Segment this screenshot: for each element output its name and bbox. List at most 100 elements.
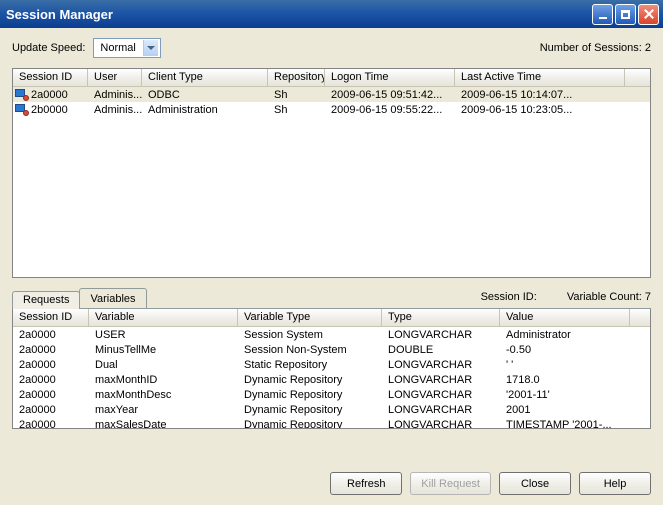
vcell-value: 2001 (500, 404, 630, 416)
variable-row[interactable]: 2a0000MinusTellMeSession Non-SystemDOUBL… (13, 342, 650, 357)
close-button[interactable]: Close (499, 472, 571, 495)
variable-count-label: Variable Count: 7 (567, 291, 651, 303)
vcell-variable: USER (89, 329, 238, 341)
variable-row[interactable]: 2a0000USERSession SystemLONGVARCHARAdmin… (13, 327, 650, 342)
cell-user: Adminis... (88, 104, 142, 116)
col-repository[interactable]: Repository (268, 69, 325, 86)
vcell-variable-type: Session Non-System (238, 344, 382, 356)
vcell-variable-type: Dynamic Repository (238, 374, 382, 386)
variable-row[interactable]: 2a0000DualStatic RepositoryLONGVARCHAR' … (13, 357, 650, 372)
col-user[interactable]: User (88, 69, 142, 86)
vcell-type: DOUBLE (382, 344, 500, 356)
window-title: Session Manager (6, 7, 592, 22)
vcell-variable: maxSalesDate (89, 419, 238, 430)
variable-row[interactable]: 2a0000maxYearDynamic RepositoryLONGVARCH… (13, 402, 650, 417)
variables-header: Session ID Variable Variable Type Type V… (13, 309, 650, 327)
sessions-header: Session ID User Client Type Repository L… (13, 69, 650, 87)
vcell-value: ' ' (500, 359, 630, 371)
vcol-type[interactable]: Type (382, 309, 500, 326)
cell-client-type: ODBC (142, 89, 268, 101)
vcell-variable-type: Dynamic Repository (238, 389, 382, 401)
cell-session-id: 2b0000 (13, 104, 88, 116)
content-area: Update Speed: Normal Number of Sessions:… (0, 28, 663, 505)
col-logon-time[interactable]: Logon Time (325, 69, 455, 86)
titlebar: Session Manager (0, 0, 663, 28)
vcell-variable: maxMonthDesc (89, 389, 238, 401)
update-speed-label: Update Speed: (12, 42, 85, 54)
window-buttons (592, 4, 659, 25)
variables-body: 2a0000USERSession SystemLONGVARCHARAdmin… (13, 327, 650, 429)
help-button[interactable]: Help (579, 472, 651, 495)
vcell-session-id: 2a0000 (13, 419, 89, 430)
update-speed-select[interactable]: Normal (93, 38, 161, 58)
vcell-type: LONGVARCHAR (382, 404, 500, 416)
session-row[interactable]: 2b0000Adminis...AdministrationSh2009-06-… (13, 102, 650, 117)
sessions-body: 2a0000Adminis...ODBCSh2009-06-15 09:51:4… (13, 87, 650, 117)
variable-row[interactable]: 2a0000maxMonthIDDynamic RepositoryLONGVA… (13, 372, 650, 387)
vcell-variable-type: Session System (238, 329, 382, 341)
session-id-label: Session ID: (481, 291, 537, 303)
vcol-variable[interactable]: Variable (89, 309, 238, 326)
variable-row[interactable]: 2a0000maxSalesDateDynamic RepositoryLONG… (13, 417, 650, 429)
session-icon (15, 104, 29, 116)
vcell-type: LONGVARCHAR (382, 419, 500, 430)
vcell-session-id: 2a0000 (13, 344, 89, 356)
session-row[interactable]: 2a0000Adminis...ODBCSh2009-06-15 09:51:4… (13, 87, 650, 102)
col-client-type[interactable]: Client Type (142, 69, 268, 86)
variables-table: Session ID Variable Variable Type Type V… (12, 309, 651, 429)
cell-logon-time: 2009-06-15 09:55:22... (325, 104, 455, 116)
tab-variables[interactable]: Variables (79, 288, 146, 308)
cell-user: Adminis... (88, 89, 142, 101)
vcell-variable: maxMonthID (89, 374, 238, 386)
col-session-id[interactable]: Session ID (13, 69, 88, 86)
tab-requests[interactable]: Requests (12, 291, 80, 309)
cell-last-active: 2009-06-15 10:14:07... (455, 89, 625, 101)
minimize-button[interactable] (592, 4, 613, 25)
cell-session-id: 2a0000 (13, 89, 88, 101)
vcell-session-id: 2a0000 (13, 329, 89, 341)
vcol-session-id[interactable]: Session ID (13, 309, 89, 326)
vcell-value: TIMESTAMP '2001-... (500, 419, 630, 430)
maximize-icon (621, 10, 630, 19)
vcell-type: LONGVARCHAR (382, 329, 500, 341)
cell-logon-time: 2009-06-15 09:51:42... (325, 89, 455, 101)
maximize-button[interactable] (615, 4, 636, 25)
refresh-button[interactable]: Refresh (330, 472, 402, 495)
top-row: Update Speed: Normal Number of Sessions:… (12, 38, 651, 58)
cell-repository: Sh (268, 89, 325, 101)
chevron-down-icon (143, 40, 158, 56)
vcell-value: Administrator (500, 329, 630, 341)
cell-last-active: 2009-06-15 10:23:05... (455, 104, 625, 116)
vcell-type: LONGVARCHAR (382, 374, 500, 386)
session-count-label: Number of Sessions: 2 (540, 42, 651, 54)
cell-client-type: Administration (142, 104, 268, 116)
session-icon (15, 89, 29, 101)
variable-row[interactable]: 2a0000maxMonthDescDynamic RepositoryLONG… (13, 387, 650, 402)
vcol-value[interactable]: Value (500, 309, 630, 326)
vcell-value: '2001-11' (500, 389, 630, 401)
cell-repository: Sh (268, 104, 325, 116)
vcell-type: LONGVARCHAR (382, 359, 500, 371)
close-icon (643, 8, 655, 20)
vcell-variable: MinusTellMe (89, 344, 238, 356)
vcell-variable-type: Dynamic Repository (238, 419, 382, 430)
update-speed-value: Normal (100, 42, 135, 54)
tabs-row: Requests Variables Session ID: Variable … (12, 286, 651, 308)
vcell-variable: maxYear (89, 404, 238, 416)
vcell-variable-type: Dynamic Repository (238, 404, 382, 416)
vcell-value: 1718.0 (500, 374, 630, 386)
vcell-session-id: 2a0000 (13, 404, 89, 416)
col-last-active[interactable]: Last Active Time (455, 69, 625, 86)
kill-request-button: Kill Request (410, 472, 491, 495)
sessions-table: Session ID User Client Type Repository L… (12, 68, 651, 278)
tabs-right: Session ID: Variable Count: 7 (481, 291, 651, 303)
vcol-variable-type[interactable]: Variable Type (238, 309, 382, 326)
vcell-variable: Dual (89, 359, 238, 371)
minimize-icon (599, 17, 607, 19)
vcell-session-id: 2a0000 (13, 389, 89, 401)
vcell-variable-type: Static Repository (238, 359, 382, 371)
close-window-button[interactable] (638, 4, 659, 25)
vcell-session-id: 2a0000 (13, 374, 89, 386)
vcell-session-id: 2a0000 (13, 359, 89, 371)
button-bar: Refresh Kill Request Close Help (330, 472, 651, 495)
